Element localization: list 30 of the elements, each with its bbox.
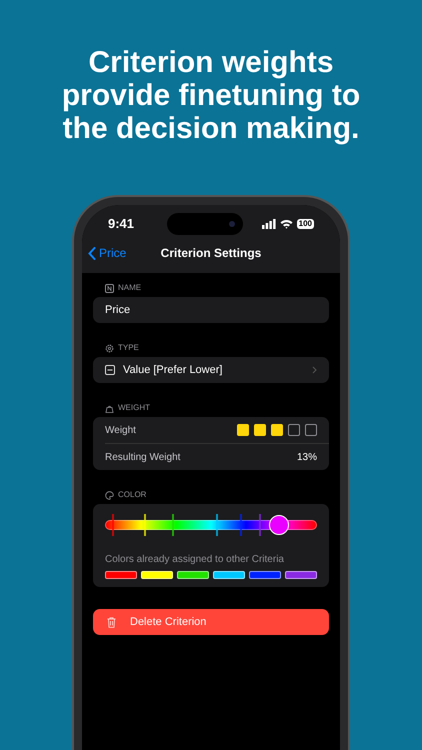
hue-slider[interactable] xyxy=(105,514,317,536)
chevron-left-icon xyxy=(88,246,96,260)
resulting-weight-value: 13% xyxy=(296,450,317,464)
headline: Criterion weights provide finetuning to the decision making. xyxy=(60,46,362,145)
battery-indicator: 100 xyxy=(296,219,314,229)
section-header: WEIGHT xyxy=(118,402,150,414)
type-row[interactable]: Value [Prefer Lower] xyxy=(93,357,329,383)
status-time: 9:41 xyxy=(108,215,136,234)
resulting-weight-label: Resulting Weight xyxy=(105,450,182,464)
section-header: TYPE xyxy=(118,342,139,354)
chevron-right-icon xyxy=(312,366,317,374)
minus-square-icon xyxy=(105,365,115,375)
slider-thumb[interactable] xyxy=(268,515,289,535)
empty-weight-square[interactable] xyxy=(288,424,300,436)
filled-weight-square[interactable] xyxy=(254,424,266,436)
weight-label: Weight xyxy=(105,424,137,438)
name-field[interactable]: Price xyxy=(93,297,329,323)
gear-icon xyxy=(105,344,114,352)
palette-icon xyxy=(105,490,114,500)
weight-icon xyxy=(105,404,114,412)
assigned-colors-label: Colors already assigned to other Criteria xyxy=(105,553,285,567)
section-header: NAME xyxy=(118,282,142,294)
empty-weight-square[interactable] xyxy=(305,424,317,436)
section-header: COLOR xyxy=(118,489,146,501)
wifi-icon xyxy=(280,219,293,229)
trash-icon xyxy=(107,616,116,628)
screen-title: Criterion Settings xyxy=(160,245,262,262)
back-button[interactable]: Price xyxy=(88,244,126,262)
text-field-icon xyxy=(105,284,114,292)
signal-icon xyxy=(262,219,276,229)
